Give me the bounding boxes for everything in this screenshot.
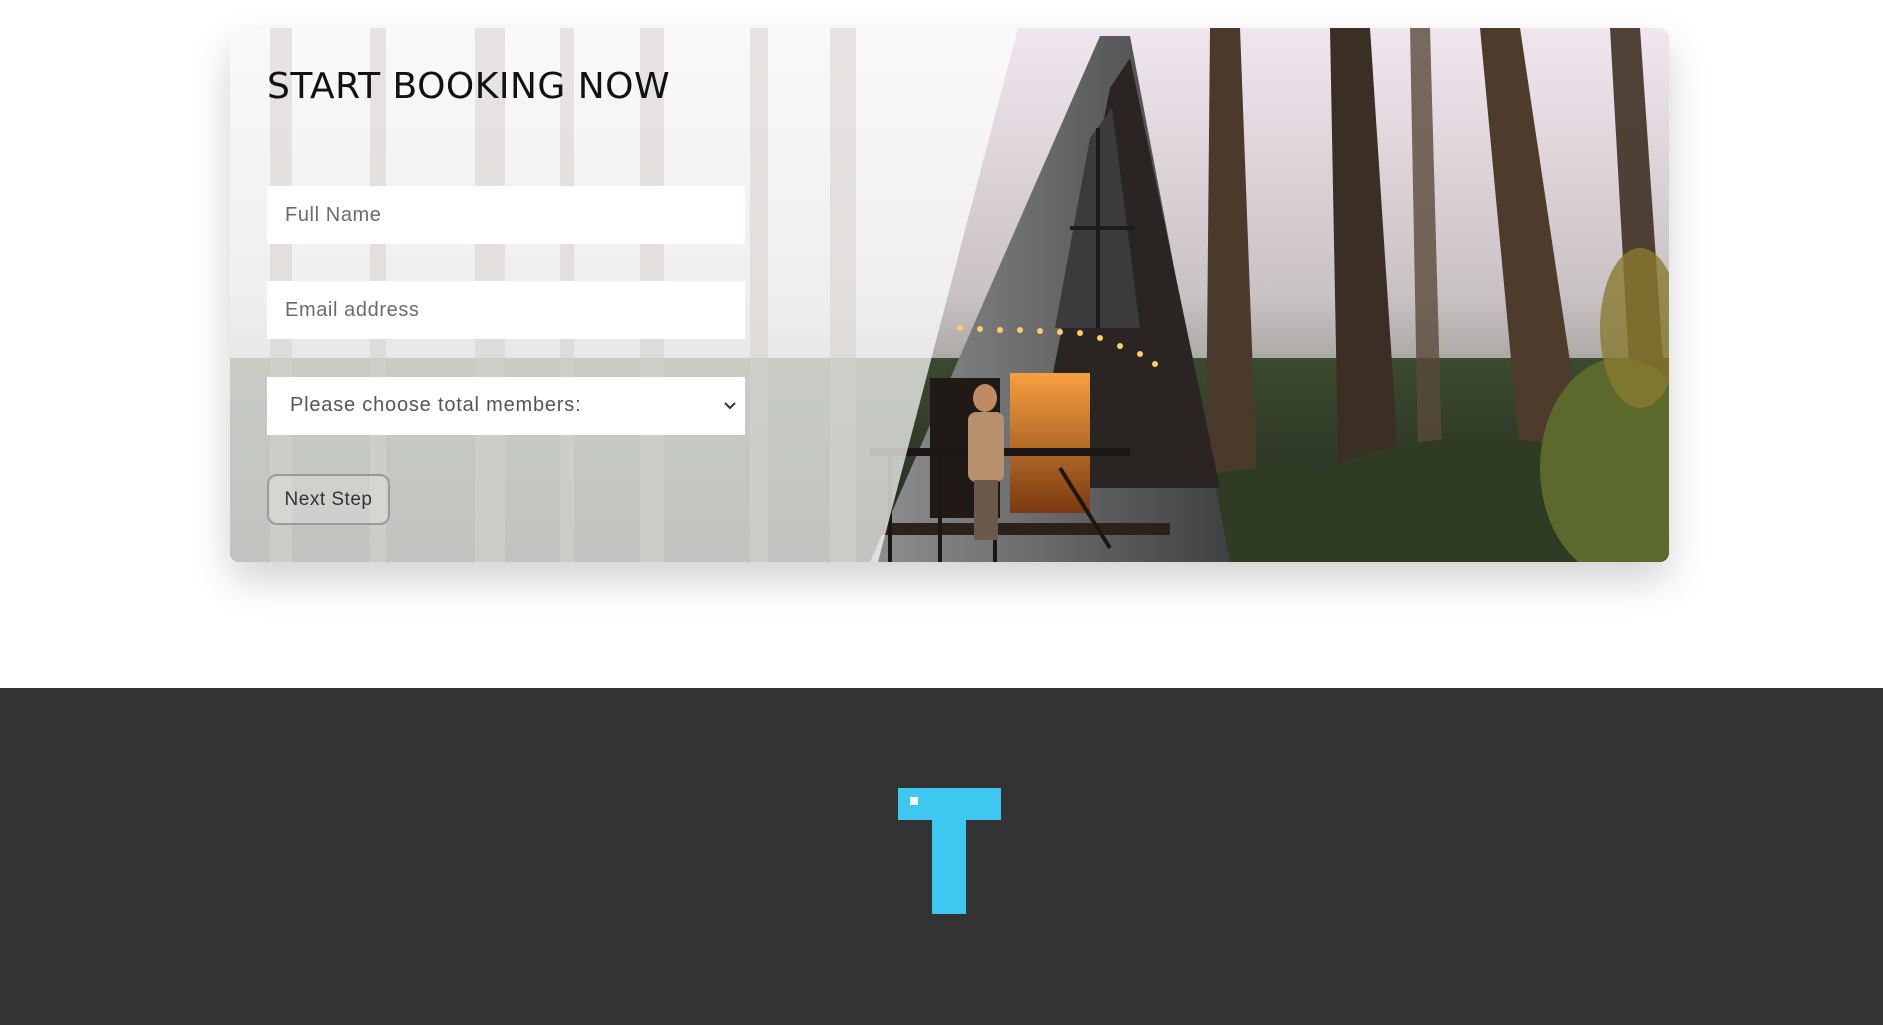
brand-logo bbox=[898, 788, 1001, 914]
full-name-input[interactable] bbox=[267, 186, 745, 244]
footer bbox=[0, 688, 1883, 1025]
booking-form: START BOOKING NOW Please choose total me… bbox=[230, 28, 1130, 562]
next-step-button[interactable]: Next Step bbox=[267, 474, 390, 525]
booking-section: START BOOKING NOW Please choose total me… bbox=[0, 0, 1883, 688]
chevron-down-icon bbox=[724, 402, 736, 410]
email-input[interactable] bbox=[267, 281, 745, 339]
booking-card: START BOOKING NOW Please choose total me… bbox=[230, 28, 1669, 562]
total-members-select-value: Please choose total members: bbox=[290, 394, 582, 416]
total-members-select[interactable]: Please choose total members: bbox=[267, 377, 745, 435]
booking-title: START BOOKING NOW bbox=[267, 66, 671, 107]
